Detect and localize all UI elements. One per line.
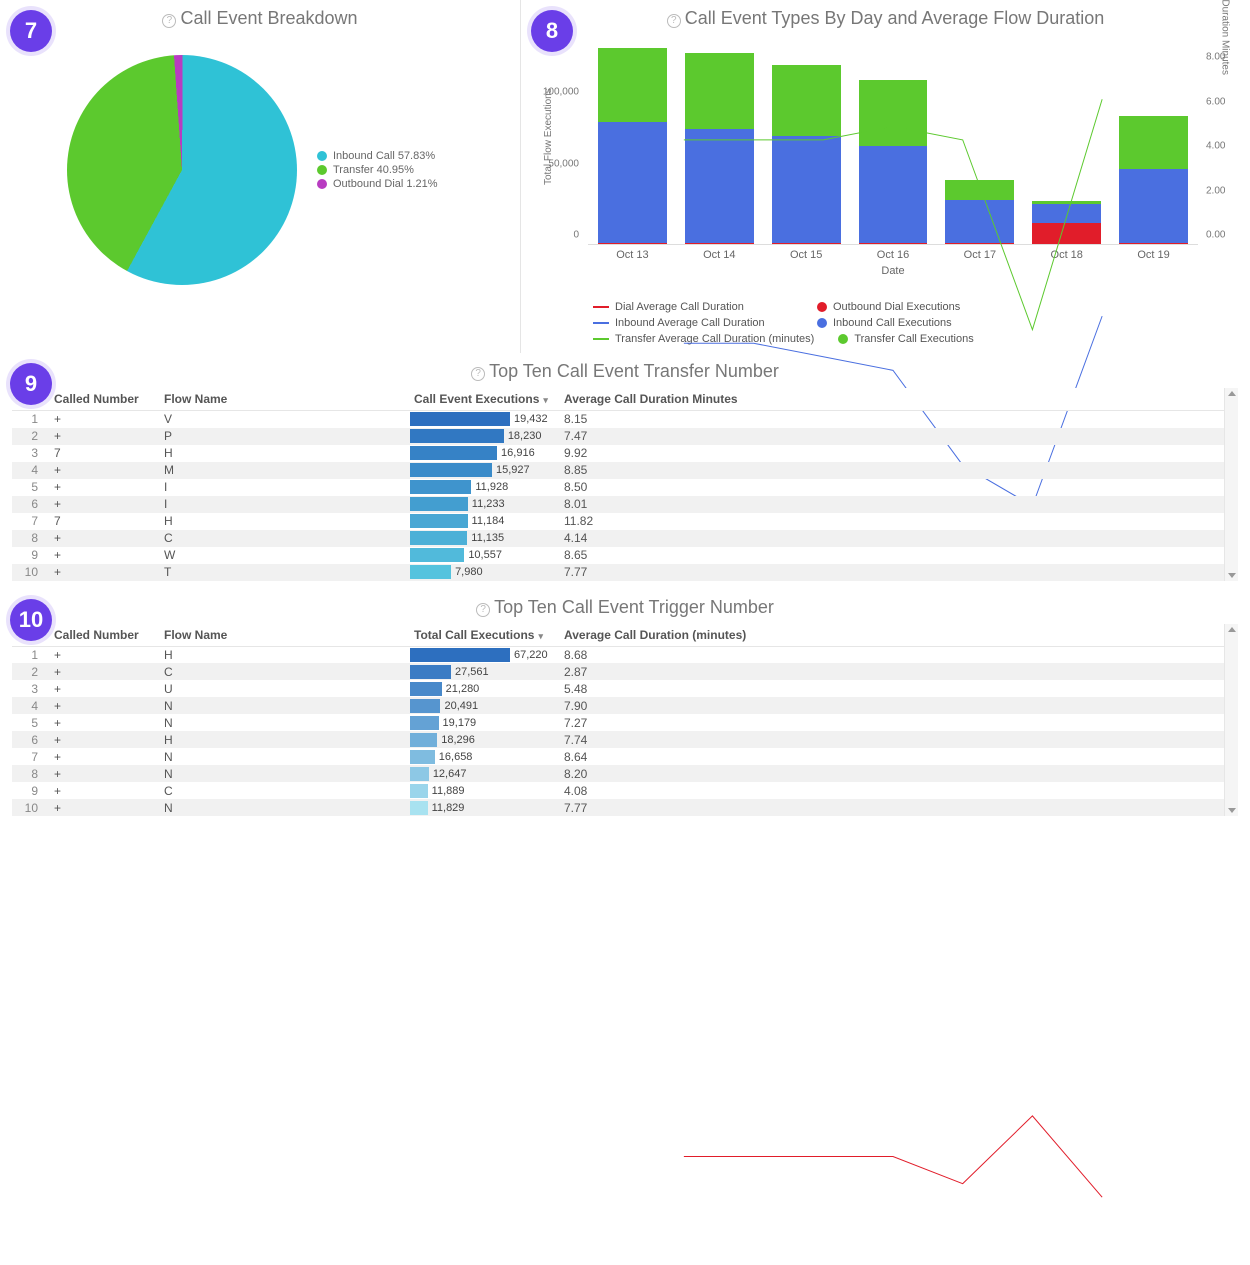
table-row[interactable]: 10+N11,8297.77 (12, 799, 1224, 816)
legend-item[interactable]: Inbound Average Call Duration (593, 317, 793, 329)
x-tick-label: Oct 15 (772, 249, 841, 261)
column-header[interactable]: Called Number (46, 624, 156, 647)
table-row[interactable]: 77H11,18411.82 (12, 513, 1224, 530)
y-axis-left: 050,000100,000 (533, 35, 583, 235)
table-row[interactable]: 6+I11,2338.01 (12, 496, 1224, 513)
scrollbar[interactable] (1224, 388, 1238, 581)
help-icon[interactable]: ? (162, 14, 176, 28)
legend-item[interactable]: Inbound Call 57.83% (317, 150, 438, 162)
column-header[interactable]: Called Number (46, 388, 156, 411)
pie-chart (67, 55, 297, 285)
table-row[interactable]: 1+V19,4328.15 (12, 411, 1224, 428)
top-ten-trigger-table: Called NumberFlow NameTotal Call Executi… (12, 624, 1224, 817)
column-header[interactable]: Flow Name (156, 388, 406, 411)
x-tick-label: Oct 14 (685, 249, 754, 261)
x-axis-label: Date (588, 265, 1198, 277)
legend-item[interactable]: Transfer Call Executions (838, 333, 1038, 345)
badge-7: 7 (10, 10, 52, 52)
legend-item[interactable]: Transfer Average Call Duration (minutes) (593, 333, 814, 345)
sort-indicator-icon: ▾ (543, 395, 548, 405)
panel-top-ten-transfer: 9 ?Top Ten Call Event Transfer Number Ca… (0, 353, 1250, 589)
combo-legend: Dial Average Call Duration Outbound Dial … (533, 295, 1238, 345)
sort-indicator-icon: ▾ (538, 631, 543, 641)
column-header[interactable]: Flow Name (156, 624, 406, 647)
table-row[interactable]: 1+H67,2208.68 (12, 646, 1224, 663)
x-tick-label: Oct 13 (598, 249, 667, 261)
pie-legend: Inbound Call 57.83% Transfer 40.95% Outbou… (317, 148, 438, 192)
bar-column (859, 80, 928, 244)
bar-column (1032, 201, 1101, 244)
bar-column (772, 65, 841, 244)
legend-item[interactable]: Dial Average Call Duration (593, 301, 793, 313)
legend-item[interactable]: Inbound Call Executions (817, 317, 1017, 329)
table-row[interactable]: 3+U21,2805.48 (12, 680, 1224, 697)
legend-item[interactable]: Outbound Dial 1.21% (317, 178, 438, 190)
plot-area (588, 45, 1198, 245)
table-row[interactable]: 10+T7,9807.77 (12, 564, 1224, 581)
legend-item[interactable]: Outbound Dial Executions (817, 301, 1017, 313)
table-row[interactable]: 37H16,9169.92 (12, 445, 1224, 462)
panel-title: ?Top Ten Call Event Transfer Number (12, 361, 1238, 382)
table-row[interactable]: 9+C11,8894.08 (12, 782, 1224, 799)
column-header[interactable]: Total Call Executions▾ (406, 624, 556, 647)
bar-column (1119, 116, 1188, 244)
badge-10: 10 (10, 599, 52, 641)
column-header[interactable]: Average Call Duration (minutes) (556, 624, 1224, 647)
table-row[interactable]: 6+H18,2967.74 (12, 731, 1224, 748)
table-row[interactable]: 5+N19,1797.27 (12, 714, 1224, 731)
table-row[interactable]: 9+W10,5578.65 (12, 547, 1224, 564)
x-tick-label: Oct 17 (945, 249, 1014, 261)
column-header[interactable]: Average Call Duration Minutes (556, 388, 1224, 411)
panel-top-ten-trigger: 10 ?Top Ten Call Event Trigger Number Ca… (0, 589, 1250, 825)
table-row[interactable]: 8+C11,1354.14 (12, 530, 1224, 547)
panel-call-event-types-by-day: 8 ?Call Event Types By Day and Average F… (521, 0, 1250, 353)
scrollbar[interactable] (1224, 624, 1238, 817)
help-icon[interactable]: ? (667, 14, 681, 28)
help-icon[interactable]: ? (471, 367, 485, 381)
bar-column (598, 48, 667, 244)
table-row[interactable]: 2+C27,5612.87 (12, 663, 1224, 680)
panel-title: ?Call Event Types By Day and Average Flo… (533, 8, 1238, 29)
badge-8: 8 (531, 10, 573, 52)
legend-item[interactable]: Transfer 40.95% (317, 164, 438, 176)
x-tick-label: Oct 19 (1119, 249, 1188, 261)
panel-title: ?Call Event Breakdown (12, 8, 508, 29)
top-ten-transfer-table: Called NumberFlow NameCall Event Executi… (12, 388, 1224, 581)
combo-chart: Total Flow Executions Average Call Durat… (533, 35, 1238, 295)
table-row[interactable]: 5+I11,9288.50 (12, 479, 1224, 496)
bar-column (945, 180, 1014, 244)
help-icon[interactable]: ? (476, 603, 490, 617)
badge-9: 9 (10, 363, 52, 405)
panel-call-event-breakdown: 7 ?Call Event Breakdown Inbound Call 57.… (0, 0, 520, 353)
x-axis-labels: Oct 13 Oct 14 Oct 15 Oct 16 Oct 17 Oct 18 Oct … (588, 245, 1198, 261)
panel-title: ?Top Ten Call Event Trigger Number (12, 597, 1238, 618)
y-axis-right: 0.002.004.006.008.00 (1202, 35, 1238, 235)
table-row[interactable]: 4+N20,4917.90 (12, 697, 1224, 714)
table-row[interactable]: 2+P18,2307.47 (12, 428, 1224, 445)
table-row[interactable]: 8+N12,6478.20 (12, 765, 1224, 782)
column-header[interactable]: Call Event Executions▾ (406, 388, 556, 411)
table-row[interactable]: 7+N16,6588.64 (12, 748, 1224, 765)
x-tick-label: Oct 16 (859, 249, 928, 261)
bar-column (685, 53, 754, 244)
table-row[interactable]: 4+M15,9278.85 (12, 462, 1224, 479)
x-tick-label: Oct 18 (1032, 249, 1101, 261)
